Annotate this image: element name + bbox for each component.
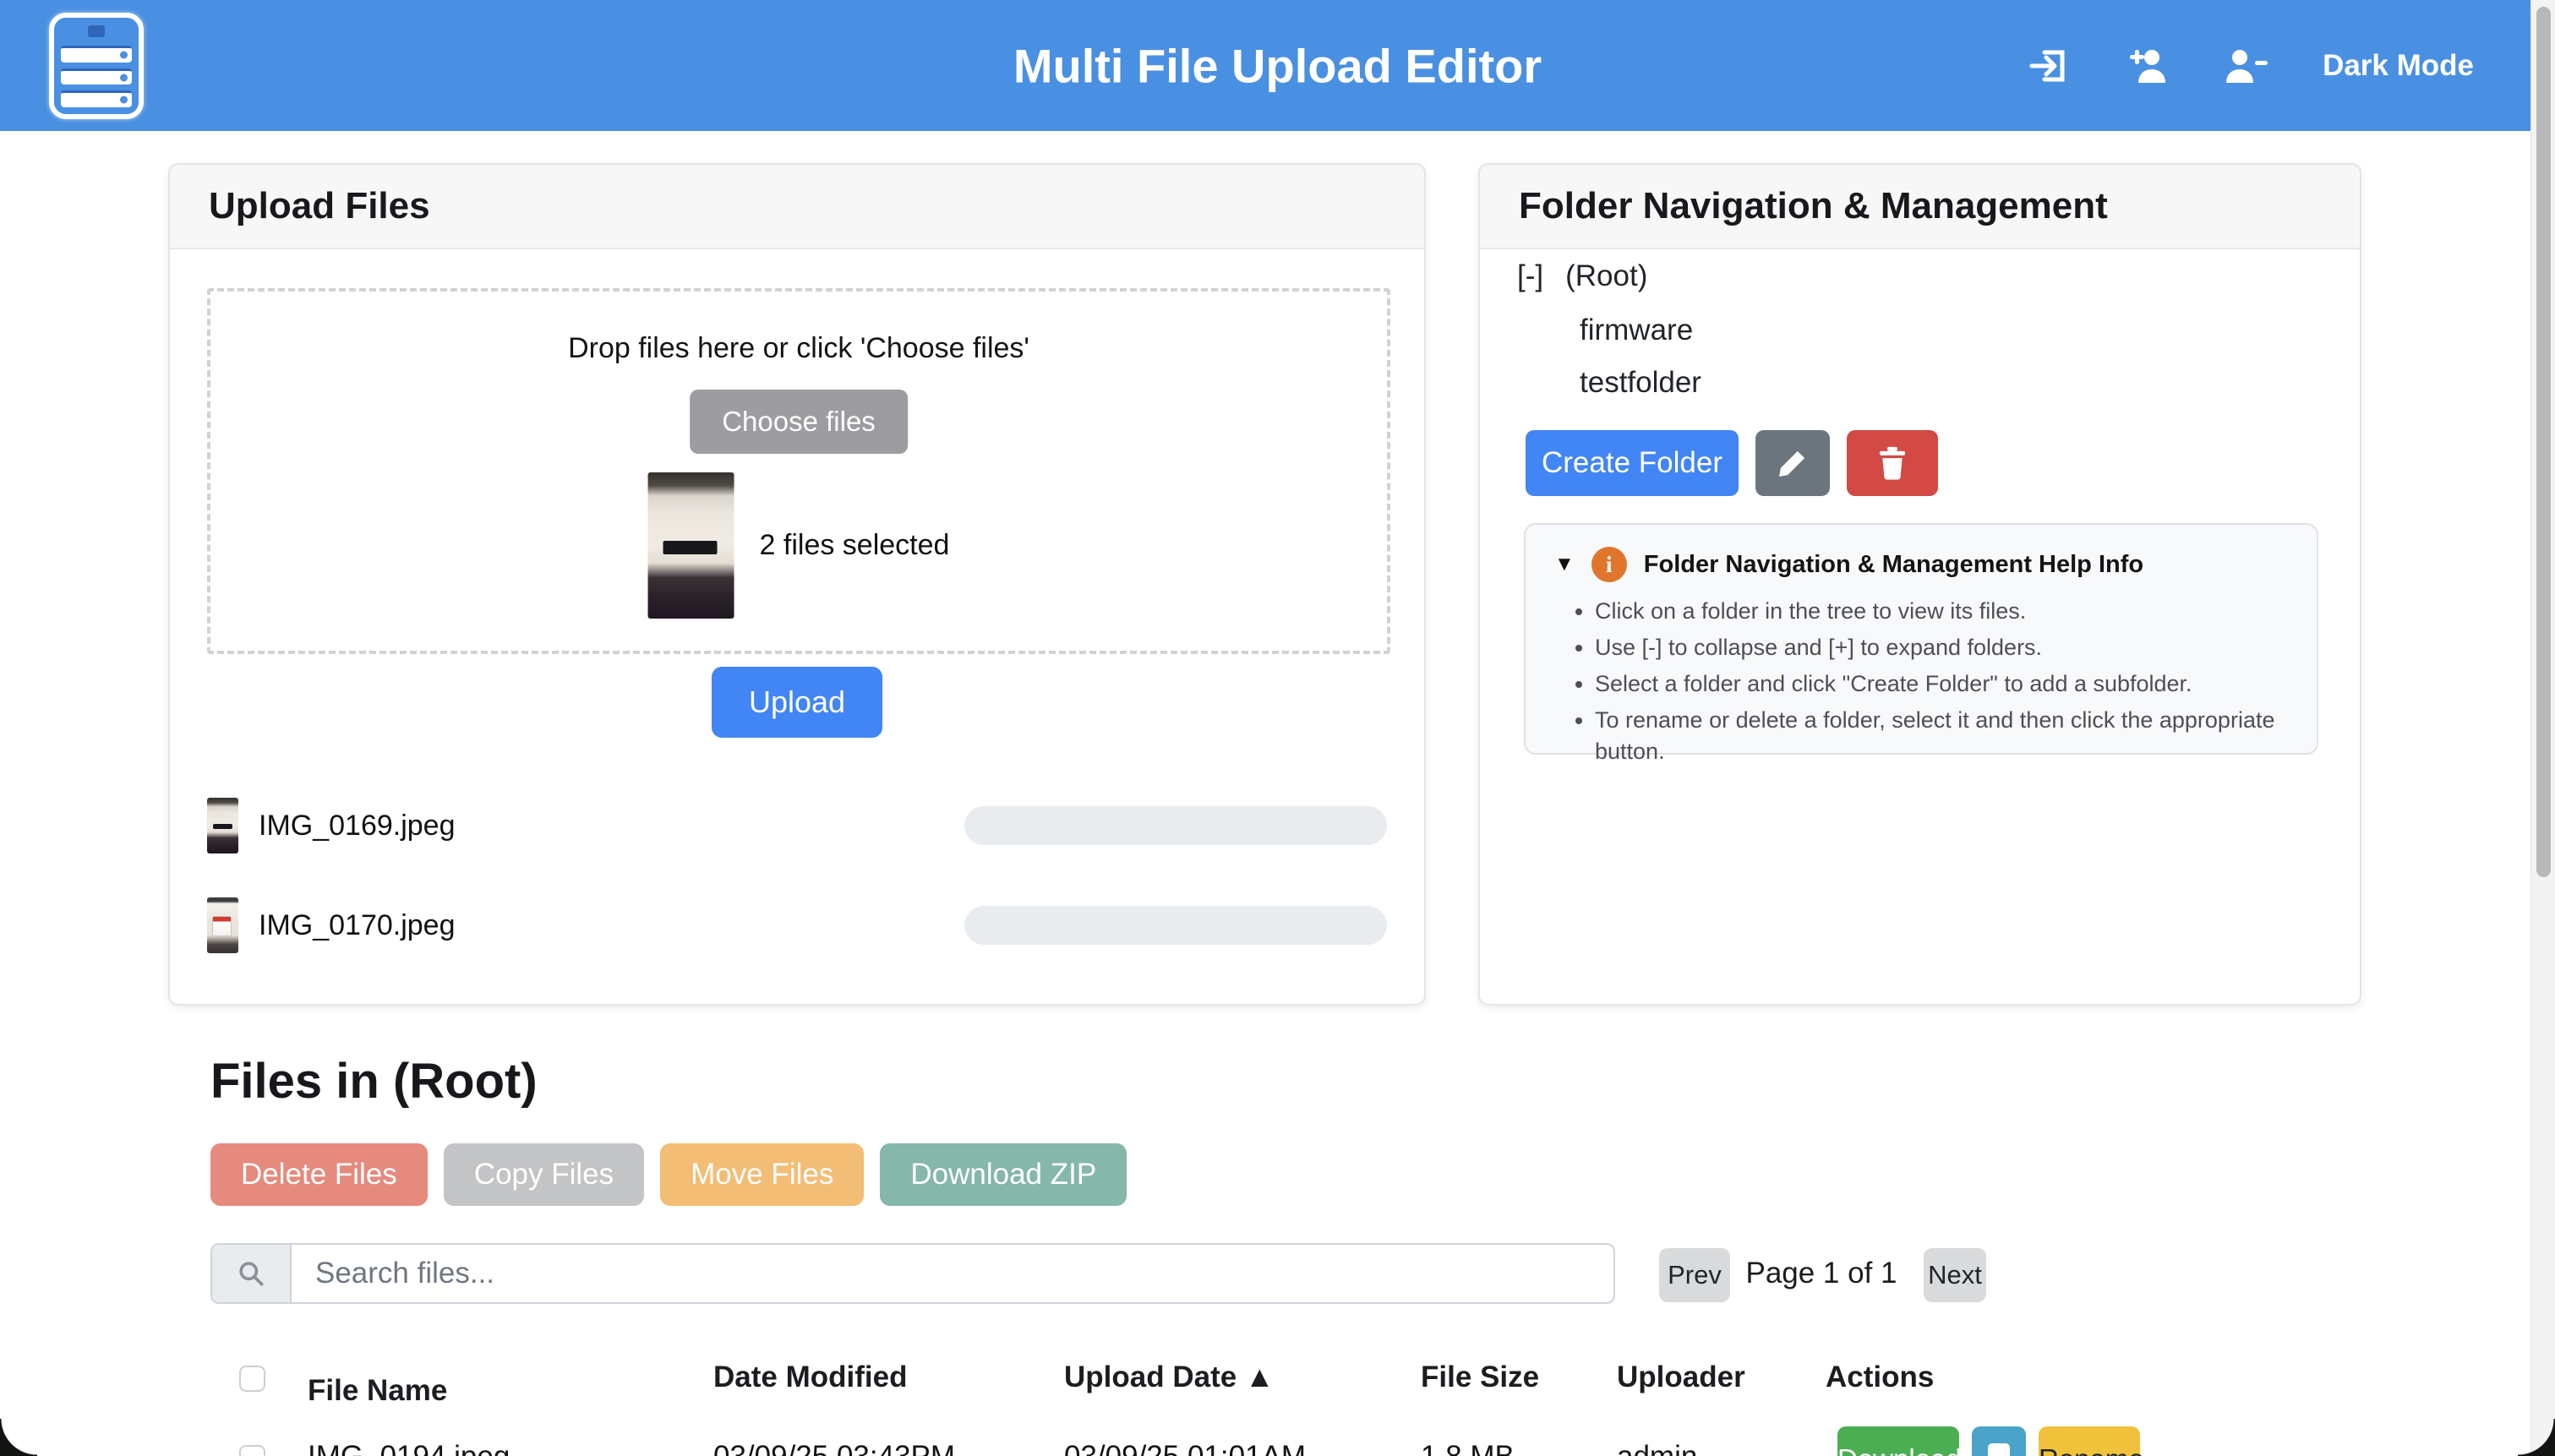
collapse-caret-icon[interactable]: ▼ [1554,553,1575,576]
app-header: Multi File Upload Editor Dark Mode [0,0,2555,131]
help-bullet: Click on a folder in the tree to view it… [1595,596,2288,627]
rename-folder-button[interactable] [1755,430,1830,496]
upload-files-card: Upload Files Drop files here or click 'C… [168,163,1426,1006]
delete-folder-button[interactable] [1847,430,1938,496]
download-file-button[interactable]: Download [1837,1426,1959,1456]
rename-file-button[interactable]: Rename [2039,1426,2140,1456]
folder-help-box: ▼ i Folder Navigation & Management Help … [1524,523,2318,755]
copy-files-button[interactable]: Copy Files [444,1143,644,1206]
bulk-actions-row: Delete Files Copy Files Move Files Downl… [210,1143,1127,1206]
column-header-actions: Actions [1826,1354,2374,1394]
help-box-header[interactable]: ▼ i Folder Navigation & Management Help … [1554,547,2288,582]
folder-actions: Create Folder [1526,430,1938,496]
login-icon[interactable] [2028,45,2072,87]
selected-files-preview: 2 files selected [648,472,950,619]
folder-tree-item[interactable]: firmware [1580,314,1693,347]
row-actions: Download Rename [1826,1426,2374,1456]
upload-button[interactable]: Upload [712,667,882,738]
selected-count-label: 2 files selected [760,529,950,562]
cell-file-name: IMG_0194.jpeg [308,1426,713,1456]
vertical-scrollbar[interactable] [2530,0,2555,1456]
upload-queue-row: IMG_0169.jpeg [207,797,1387,854]
queued-file-name: IMG_0169.jpeg [259,810,456,843]
folder-management-card: Folder Navigation & Management [-] (Root… [1478,163,2361,1006]
cell-date-modified: 03/09/25 03:43PM [713,1426,1064,1456]
tree-collapse-toggle[interactable]: [-] [1517,259,1543,293]
create-folder-button[interactable]: Create Folder [1526,430,1739,496]
header-actions: Dark Mode [2028,45,2474,87]
trash-icon [1875,445,1909,481]
help-box-title: Folder Navigation & Management Help Info [1644,551,2143,579]
prev-page-button[interactable]: Prev [1659,1248,1730,1302]
column-header-file-size[interactable]: File Size [1421,1354,1617,1394]
folder-tree-root[interactable]: [-] (Root) [1517,259,1647,293]
screen-corner [0,1419,37,1456]
clipboard-icon [1988,1443,2010,1456]
help-bullet: To rename or delete a folder, select it … [1595,705,2288,767]
file-thumbnail [207,897,238,953]
file-dropzone[interactable]: Drop files here or click 'Choose files' … [207,288,1390,654]
choose-files-button[interactable]: Choose files [690,390,908,454]
next-page-button[interactable]: Next [1924,1248,1986,1302]
search-input[interactable] [292,1243,1615,1304]
upload-progress-bar [964,806,1387,845]
page-indicator: Page 1 of 1 [1737,1243,1906,1304]
column-header-date-modified[interactable]: Date Modified [713,1354,1064,1394]
column-header-uploader[interactable]: Uploader [1617,1354,1826,1394]
delete-files-button[interactable]: Delete Files [210,1143,428,1206]
page-title: Multi File Upload Editor [1013,38,1542,93]
dark-mode-toggle[interactable]: Dark Mode [2323,49,2474,83]
select-all-checkbox[interactable] [239,1366,265,1392]
upload-queue-row: IMG_0170.jpeg [207,897,1387,954]
server-logo-icon [49,13,144,119]
info-icon: i [1591,547,1627,582]
files-section-heading: Files in (Root) [210,1053,538,1110]
column-header-file-name[interactable]: File Name [308,1354,713,1408]
scrollbar-thumb[interactable] [2536,7,2551,877]
folder-card-title: Folder Navigation & Management [1480,165,2360,249]
help-bullet-list: Click on a folder in the tree to view it… [1554,596,2288,767]
tree-root-label[interactable]: (Root) [1565,259,1647,293]
file-thumbnail [207,798,238,853]
cell-uploader: admin [1617,1426,1826,1456]
upload-card-title: Upload Files [170,165,1424,249]
app-page: Multi File Upload Editor Dark Mode Upl [0,0,2555,1456]
folder-tree-item[interactable]: testfolder [1580,366,1701,400]
add-user-icon[interactable] [2126,45,2170,87]
cell-file-size: 1.8 MB [1421,1426,1617,1456]
sort-ascending-icon: ▲ [1245,1361,1275,1393]
search-addon [210,1243,292,1304]
cell-upload-date: 03/09/25 01:01AM [1064,1426,1421,1456]
search-pagination-row: Prev Page 1 of 1 Next [210,1243,2362,1304]
search-icon [234,1257,268,1290]
help-bullet: Use [-] to collapse and [+] to expand fo… [1595,632,2288,663]
remove-user-icon[interactable] [2225,45,2268,87]
row-checkbox[interactable] [239,1445,265,1456]
queued-file-name: IMG_0170.jpeg [259,909,456,942]
files-table-header: File Name Date Modified Upload Date ▲ Fi… [210,1354,2374,1408]
pencil-icon [1776,446,1810,480]
download-zip-button[interactable]: Download ZIP [880,1143,1127,1206]
table-row: IMG_0194.jpeg 03/09/25 03:43PM 03/09/25 … [210,1426,2374,1456]
help-bullet: Select a folder and click "Create Folder… [1595,668,2288,700]
dropzone-hint: Drop files here or click 'Choose files' [210,332,1387,365]
selected-file-thumbnail [648,472,734,619]
move-files-button[interactable]: Move Files [660,1143,864,1206]
upload-progress-bar [964,906,1387,945]
column-header-upload-date[interactable]: Upload Date ▲ [1064,1354,1421,1394]
copy-link-button[interactable] [1972,1426,2026,1456]
screen-corner [2518,1419,2555,1456]
